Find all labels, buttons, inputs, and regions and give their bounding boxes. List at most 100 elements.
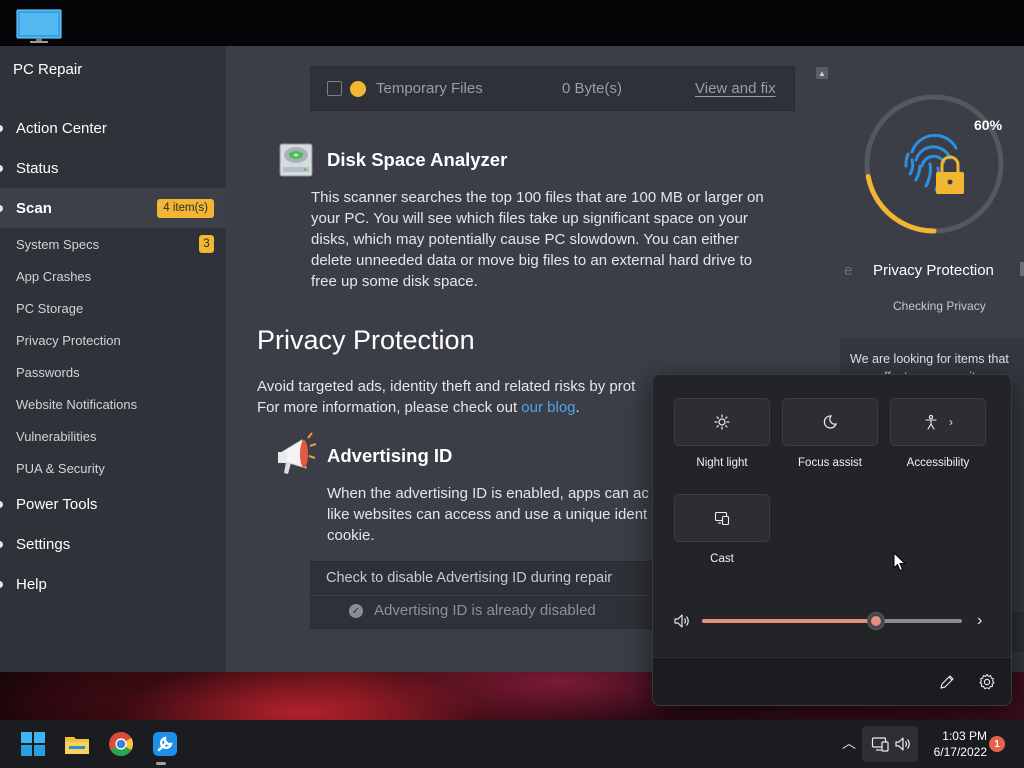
settings-gear-icon[interactable]: [978, 673, 996, 691]
audio-output-arrow[interactable]: ›: [977, 612, 982, 630]
volume-icon[interactable]: [673, 613, 691, 629]
sidebar-subitem-privacy-protection[interactable]: Privacy Protection: [0, 324, 226, 356]
progress-percent-label: 60%: [974, 117, 1003, 133]
clock-time: 1:03 PM: [942, 729, 987, 743]
sidebar-subitem-label: Privacy Protection: [16, 332, 121, 348]
sidebar-subitem-label: PC Storage: [16, 300, 84, 316]
chevron-right-icon: ›: [949, 415, 953, 429]
volume-slider[interactable]: [702, 612, 962, 630]
temporary-files-name: Temporary Files: [376, 80, 483, 97]
night-light-toggle[interactable]: [674, 398, 770, 446]
quick-settings-footer: [653, 657, 1011, 705]
megaphone-icon: [278, 432, 316, 474]
privacy-desc-line: Avoid targeted ads, identity theft and r…: [257, 378, 636, 395]
app-title: PC Repair: [13, 61, 83, 78]
advertising-id-status: Advertising ID is already disabled: [374, 602, 596, 619]
sidebar-item-label: Scan: [16, 199, 52, 217]
sidebar-item-label: Action Center: [16, 119, 107, 137]
privacy-progress-ring: [864, 94, 1004, 234]
our-blog-link[interactable]: our blog: [521, 399, 575, 416]
sidebar-subitem-label: Vulnerabilities: [16, 428, 97, 444]
edit-pencil-icon[interactable]: [938, 673, 956, 691]
sidebar-subitem-pc-storage[interactable]: PC Storage: [0, 292, 226, 324]
system-specs-badge: 3: [199, 235, 214, 253]
sidebar-subitem-pua-security[interactable]: PUA & Security: [0, 452, 226, 484]
bullet-icon: [0, 580, 3, 588]
cast-toggle[interactable]: [674, 494, 770, 542]
disk-space-analyzer-description: This scanner searches the top 100 files …: [311, 187, 811, 292]
accessibility-icon: [925, 414, 937, 430]
desktop-top-area: [0, 0, 1024, 46]
sidebar-item-status[interactable]: Status: [0, 148, 226, 188]
volume-icon: [895, 737, 910, 751]
volume-slider-thumb[interactable]: [867, 612, 886, 630]
night-light-label: Night light: [696, 457, 748, 469]
privacy-desc-prefix: For more information, please check out: [257, 399, 522, 416]
description-line: like websites can access and use a uniqu…: [327, 506, 648, 523]
brightness-icon: [714, 414, 730, 430]
sidebar-item-settings[interactable]: Settings: [0, 524, 226, 564]
bullet-icon: [0, 204, 3, 212]
sidebar-item-label: Power Tools: [16, 495, 98, 513]
tray-overflow-chevron-icon[interactable]: ︿: [842, 733, 856, 753]
sidebar-subitem-label: PUA & Security: [16, 460, 105, 476]
cast-icon: [714, 511, 730, 526]
sidebar-item-power-tools[interactable]: Power Tools: [0, 484, 226, 524]
volume-slider-fill: [702, 619, 877, 623]
sidebar-item-help[interactable]: Help: [0, 564, 226, 604]
accessibility-toggle[interactable]: ›: [890, 398, 986, 446]
cast-label: Cast: [710, 553, 734, 565]
sidebar-item-label: Status: [16, 159, 59, 177]
sidebar-item-scan[interactable]: Scan 4 item(s): [0, 188, 226, 228]
divider: [311, 595, 656, 596]
collapse-button[interactable]: ▲: [816, 67, 828, 79]
windows-start-icon[interactable]: [20, 731, 46, 757]
privacy-desc-suffix: .: [575, 399, 580, 416]
current-step-status: Checking Privacy: [893, 299, 986, 313]
description-line: free up some disk space.: [311, 273, 478, 290]
focus-assist-toggle[interactable]: [782, 398, 878, 446]
description-line: This scanner searches the top 100 files …: [311, 189, 764, 206]
sidebar-item-action-center[interactable]: Action Center: [0, 108, 226, 148]
sidebar-subitem-passwords[interactable]: Passwords: [0, 356, 226, 388]
advertising-id-option-box: Check to disable Advertising ID during r…: [310, 561, 656, 629]
previous-step-label: e: [844, 262, 853, 279]
sidebar-subitem-label: App Crashes: [16, 268, 92, 284]
accessibility-label: Accessibility: [906, 457, 970, 469]
sidebar-subitem-app-crashes[interactable]: App Crashes: [0, 260, 226, 292]
sidebar: PC Repair Action Center Status Scan 4 it…: [0, 46, 226, 672]
pc-repair-app-icon[interactable]: [152, 731, 178, 757]
warning-dot-icon: [350, 80, 366, 97]
sidebar-subitem-website-notifications[interactable]: Website Notifications: [0, 388, 226, 420]
quick-settings-panel: Night light Focus assist › Accessibility…: [652, 374, 1012, 706]
description-line: disks, which may potentially cause PC sl…: [311, 231, 739, 248]
focus-assist-label: Focus assist: [798, 457, 862, 469]
bullet-icon: [0, 540, 3, 548]
sidebar-item-label: Help: [16, 575, 47, 593]
sidebar-subitem-system-specs[interactable]: System Specs 3: [0, 228, 226, 260]
panel-scroll-strip: [1010, 612, 1024, 652]
chrome-browser-icon[interactable]: [108, 731, 134, 757]
sidebar-item-label: Settings: [16, 535, 71, 553]
temporary-files-row: Temporary Files 0 Byte(s) View and fix: [310, 66, 795, 111]
description-line: cookie.: [327, 527, 375, 544]
privacy-protection-description: Avoid targeted ads, identity theft and r…: [257, 376, 677, 418]
temporary-files-size: 0 Byte(s): [562, 80, 623, 97]
description-line: your PC. You will see which files take u…: [311, 210, 748, 227]
taskbar: ︿ 1:03 PM 6/17/2022 1: [0, 720, 1024, 768]
file-explorer-icon[interactable]: [64, 731, 90, 757]
tray-network-volume-group[interactable]: [862, 726, 918, 762]
sidebar-subitem-label: Website Notifications: [16, 396, 138, 412]
sidebar-subitem-vulnerabilities[interactable]: Vulnerabilities: [0, 420, 226, 452]
view-and-fix-link[interactable]: View and fix: [695, 80, 776, 97]
sidebar-subitem-label: Passwords: [16, 364, 80, 380]
clock-date: 6/17/2022: [933, 745, 987, 759]
sidebar-subitem-label: System Specs: [16, 236, 100, 252]
bullet-icon: [0, 124, 3, 132]
temporary-files-checkbox[interactable]: [327, 81, 342, 96]
system-clock[interactable]: 1:03 PM 6/17/2022: [921, 728, 987, 760]
advertising-id-description: When the advertising ID is enabled, apps…: [327, 483, 657, 546]
notification-count-badge[interactable]: 1: [989, 736, 1005, 752]
monitor-desktop-icon[interactable]: [16, 9, 62, 44]
disable-advertising-id-option[interactable]: Check to disable Advertising ID during r…: [326, 570, 612, 586]
